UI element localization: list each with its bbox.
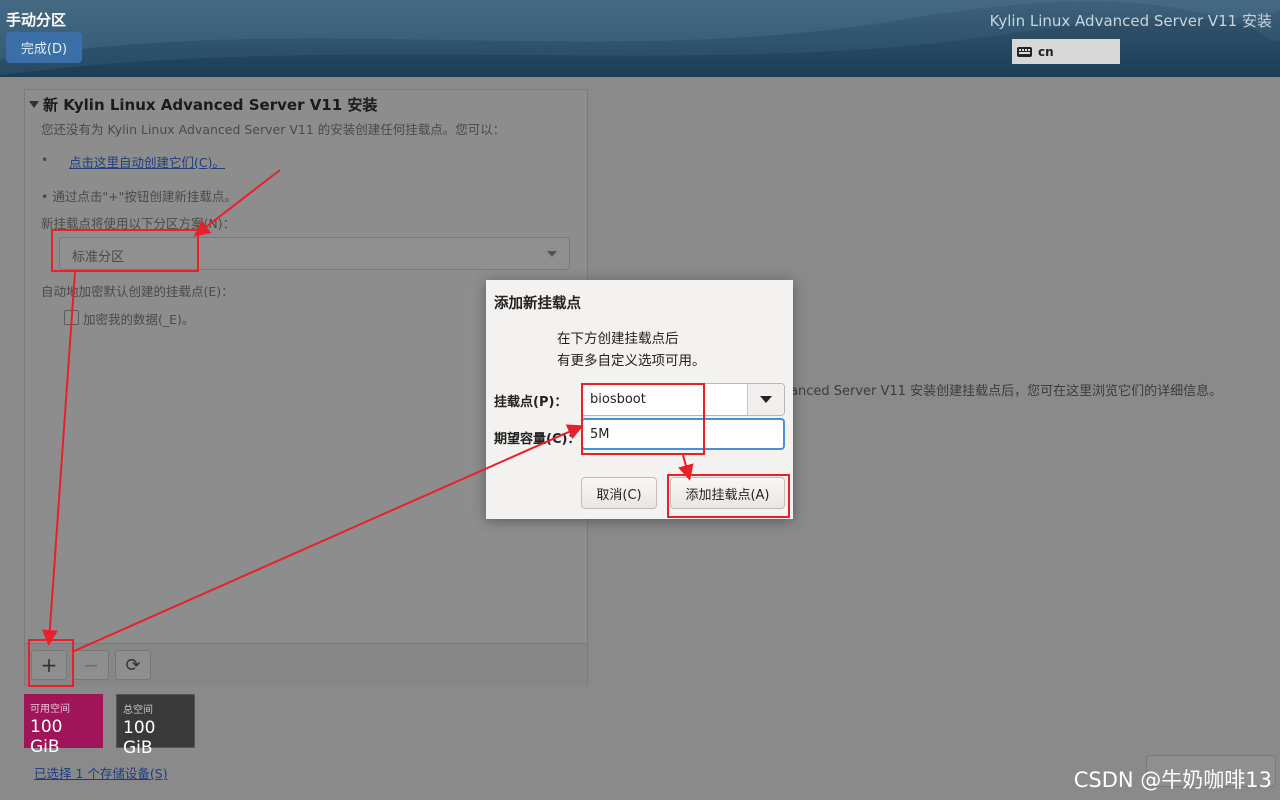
mount-point-toolbar: + − ⟳ [25,643,587,686]
total-space-value: 100 GiB [123,718,156,758]
available-space-box: 可用空间 100 GiB [24,694,103,757]
cancel-button[interactable]: 取消(C) [581,477,657,509]
keyboard-layout-label: cn [1038,44,1054,59]
desired-capacity-value: 5M [590,427,610,442]
product-name: Kylin Linux Advanced Server V11 安装 [989,12,1272,30]
done-button[interactable]: 完成(D) [6,32,82,63]
install-section-header[interactable]: 新 Kylin Linux Advanced Server V11 安装 [29,94,377,115]
expand-triangle-icon [29,101,39,108]
partition-scheme-select[interactable]: 标准分区 [59,237,570,270]
encrypt-checkbox-label[interactable]: 加密我的数据(_E)。 [83,309,194,328]
available-space-label: 可用空间 [30,704,70,715]
keyboard-layout-indicator[interactable]: cn [1012,39,1120,64]
install-title: 新 Kylin Linux Advanced Server V11 安装 [43,96,378,114]
partition-scheme-value: 标准分区 [72,250,125,265]
dialog-description: 在下方创建挂载点后 有更多自定义选项可用。 [557,328,706,372]
dialog-description-line2: 有更多自定义选项可用。 [557,353,706,369]
header-bar: 手动分区 完成(D) Kylin Linux Advanced Server V… [0,0,1280,77]
details-placeholder-text: anced Server V11 安装创建挂载点后，您可在这里浏览它们的详细信息… [790,384,1223,399]
keyboard-icon [1017,46,1032,57]
refresh-button[interactable]: ⟳ [115,650,151,680]
add-mount-point-confirm-button[interactable]: 添加挂载点(A) [670,477,785,509]
chevron-down-icon [547,251,557,257]
plus-icon: + [40,653,58,677]
manual-create-hint: • 通过点击"+"按钮创建新挂载点。 [41,189,237,204]
refresh-icon: ⟳ [125,654,141,676]
page-title: 手动分区 [6,11,67,29]
auto-create-link[interactable]: 点击这里自动创建它们(C)。 [69,152,225,171]
scheme-label: 新挂载点将使用以下分区方案(N)： [41,216,236,231]
bullet-dot: • [41,152,49,167]
mount-point-value[interactable]: biosboot [590,392,646,407]
intro-text: 您还没有为 Kylin Linux Advanced Server V11 的安… [41,122,506,137]
available-space-value: 100 GiB [30,717,63,757]
mount-point-label: 挂载点(P)： [494,395,568,410]
add-mount-point-dialog: 添加新挂载点 在下方创建挂载点后 有更多自定义选项可用。 挂载点(P)： bio… [486,280,793,519]
add-mount-point-button[interactable]: + [31,650,67,680]
remove-mount-point-button[interactable]: − [73,650,109,680]
encrypt-label: 自动地加密默认创建的挂载点(E)： [41,284,234,299]
dialog-title: 添加新挂载点 [494,296,581,312]
minus-icon: − [82,653,100,677]
total-space-label: 总空间 [123,705,153,716]
total-space-box: 总空间 100 GiB [116,694,195,758]
watermark: CSDN @牛奶咖啡13 [1073,768,1272,792]
desired-capacity-label: 期望容量(C)： [494,432,581,447]
mount-point-combo[interactable]: biosboot [581,383,785,416]
desired-capacity-input[interactable]: 5M [581,418,785,450]
mount-point-dropdown-button[interactable] [747,384,784,415]
encrypt-checkbox[interactable] [64,310,79,325]
selected-storage-link[interactable]: 已选择 1 个存储设备(S) [34,763,168,782]
dialog-description-line1: 在下方创建挂载点后 [557,331,679,347]
